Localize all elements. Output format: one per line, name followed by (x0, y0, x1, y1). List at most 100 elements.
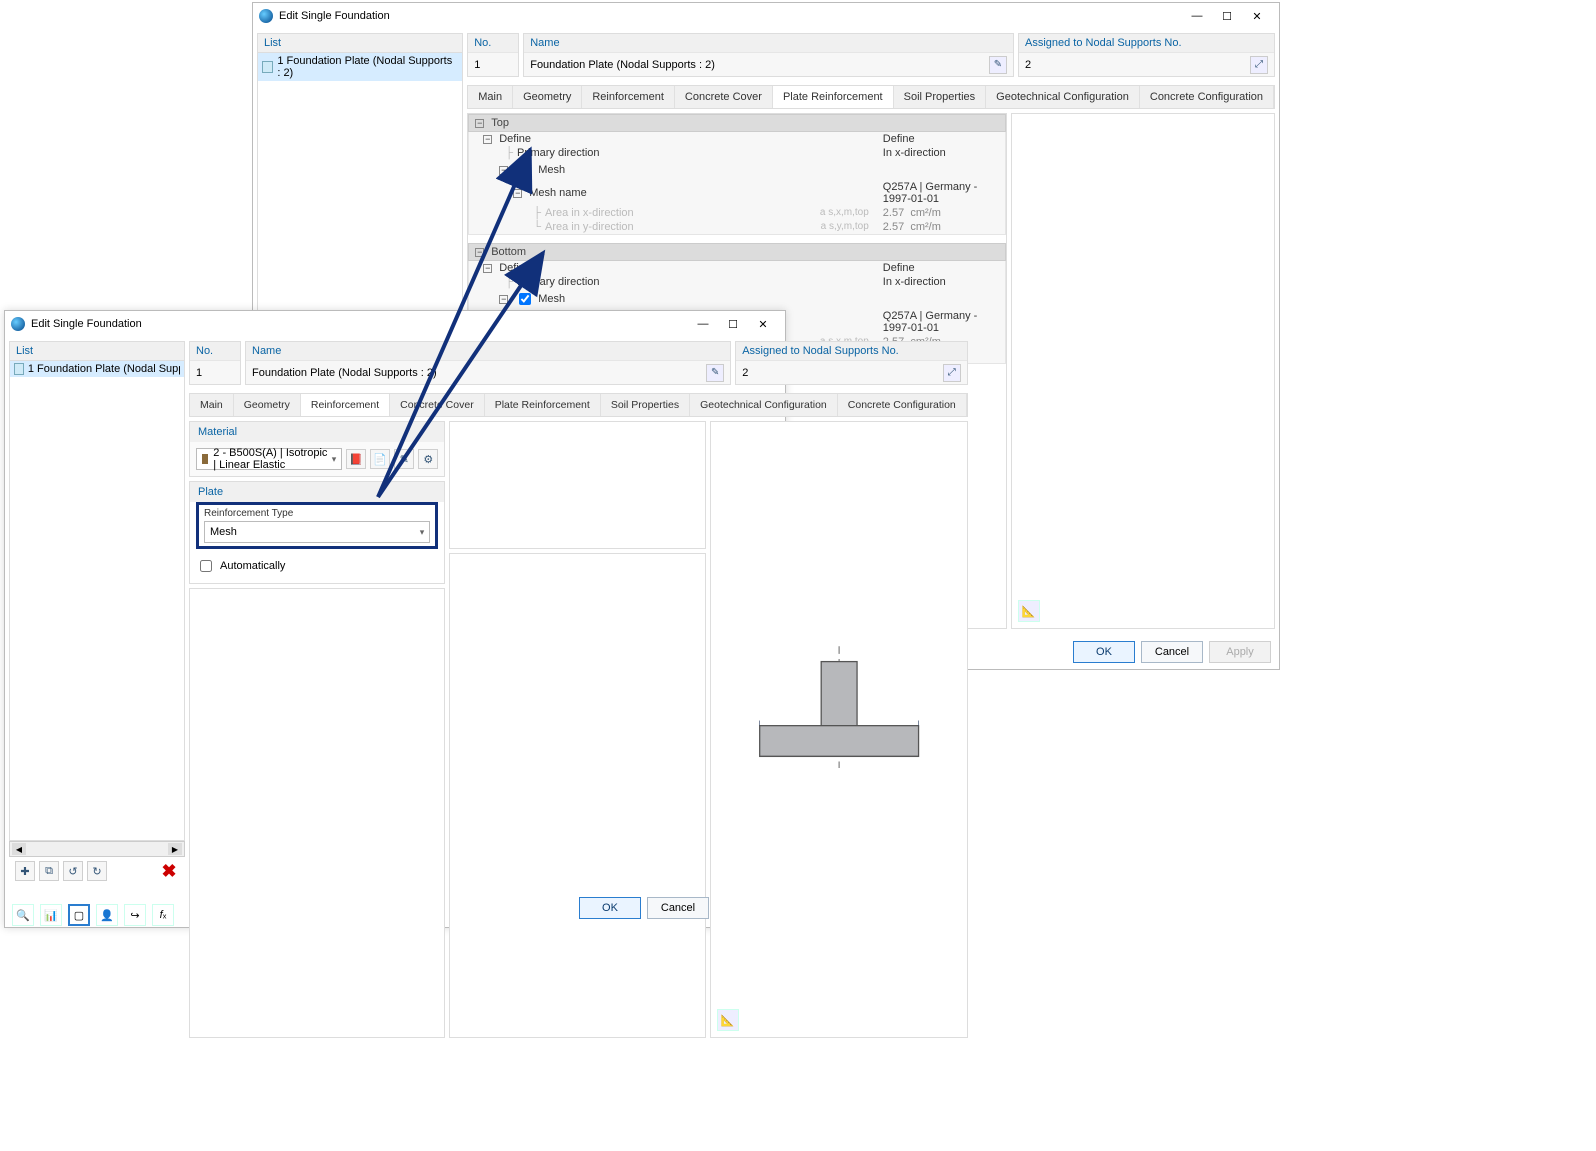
close-button[interactable]: ✕ (1243, 6, 1271, 26)
edit-icon: ✎ (711, 367, 719, 378)
tab-concrete-cover[interactable]: Concrete Cover (675, 86, 773, 108)
copy-item-button[interactable]: ⧉ (39, 861, 59, 881)
tab-reinforcement[interactable]: Reinforcement (582, 86, 675, 108)
automatically-checkbox[interactable] (200, 560, 212, 572)
list-item[interactable]: 1 Foundation Plate (Nodal Supports : 2) (258, 53, 462, 81)
list-box[interactable]: 1 Foundation Plate (Nodal Supports : 2) (9, 360, 185, 841)
tool-icon-4[interactable]: 👤 (96, 904, 118, 926)
list-header: List (9, 341, 185, 360)
minimize-icon: — (698, 318, 709, 330)
pick-assigned-button[interactable]: ⤢ (1250, 56, 1268, 74)
tab-soil-properties[interactable]: Soil Properties (601, 394, 690, 416)
mesh-checkbox-top[interactable] (519, 164, 531, 176)
minimize-button[interactable]: — (1183, 6, 1211, 26)
assigned-value[interactable]: 2 (1025, 59, 1246, 71)
list-item-label: 1 Foundation Plate (Nodal Supports : 2) (277, 55, 458, 79)
pick-assigned-button[interactable]: ⤢ (943, 364, 961, 382)
maximize-button[interactable]: ☐ (1213, 6, 1241, 26)
edit-name-button[interactable]: ✎ (989, 56, 1007, 74)
plate-panel: Plate Reinforcement Type Mesh ▾ (189, 481, 445, 584)
expander-icon[interactable]: − (499, 295, 508, 304)
scroll-left-icon[interactable]: ◀ (12, 843, 26, 855)
preview-action-button[interactable]: 📐 (717, 1009, 739, 1031)
collapse-icon[interactable]: − (475, 119, 484, 128)
new-item-button[interactable]: ✚ (15, 861, 35, 881)
name-label: Name (524, 34, 1013, 52)
delete-item-button[interactable]: ✖ (159, 861, 179, 881)
empty-panel-3 (449, 553, 705, 1038)
primary-direction-value[interactable]: In x-direction (875, 276, 1005, 288)
top-section-header[interactable]: − Top (468, 114, 1006, 132)
assigned-field: Assigned to Nodal Supports No. 2 ⤢ (735, 341, 968, 385)
material-library-button[interactable]: 📕 (346, 449, 366, 469)
meshname-value[interactable]: Q257A | Germany - 1997-01-01 (875, 310, 1005, 334)
no-value[interactable]: 1 (468, 52, 518, 76)
cancel-button[interactable]: Cancel (1141, 641, 1203, 663)
tab-main[interactable]: Main (468, 86, 513, 108)
no-label: No. (190, 342, 240, 360)
tab-reinforcement[interactable]: Reinforcement (301, 394, 390, 416)
tab-geotech-config[interactable]: Geotechnical Configuration (986, 86, 1140, 108)
tab-plate-reinforcement[interactable]: Plate Reinforcement (485, 394, 601, 416)
material-new-button[interactable]: 📄 (370, 449, 390, 469)
tool-icon-2[interactable]: 📊 (40, 904, 62, 926)
tab-soil-properties[interactable]: Soil Properties (894, 86, 987, 108)
scroll-right-icon[interactable]: ▶ (168, 843, 182, 855)
tab-geotech-config[interactable]: Geotechnical Configuration (690, 394, 838, 416)
tab-geometry[interactable]: Geometry (513, 86, 582, 108)
chevron-down-icon: ▾ (420, 527, 425, 538)
empty-panel-2 (449, 421, 705, 549)
list-item-label: 1 Foundation Plate (Nodal Supports : 2) (28, 363, 180, 375)
front-window: Edit Single Foundation — ☐ ✕ List 1 Foun… (4, 310, 786, 928)
material-dropdown[interactable]: 2 - B500S(A) | Isotropic | Linear Elasti… (196, 448, 342, 470)
meshname-value[interactable]: Q257A | Germany - 1997-01-01 (875, 181, 1005, 205)
preview-action-button[interactable]: 📐 (1018, 600, 1040, 622)
tab-plate-reinforcement[interactable]: Plate Reinforcement (773, 86, 894, 108)
tab-main[interactable]: Main (190, 394, 234, 416)
collapse-icon[interactable]: − (475, 248, 484, 257)
minimize-button[interactable]: — (689, 314, 717, 334)
tab-concrete-config[interactable]: Concrete Configuration (838, 394, 967, 416)
tool-button-1[interactable]: ↺ (63, 861, 83, 881)
material-edit-button[interactable]: ✎ (394, 449, 414, 469)
mesh-checkbox-bottom[interactable] (519, 293, 531, 305)
tool-icon-3[interactable]: ▢ (68, 904, 90, 926)
reinf-type-dropdown[interactable]: Mesh ▾ (204, 521, 430, 543)
assigned-value[interactable]: 2 (742, 367, 939, 379)
tool-button-2[interactable]: ↻ (87, 861, 107, 881)
right-column: No. 1 Name Foundation Plate (Nodal Suppo… (189, 341, 968, 885)
tab-concrete-cover[interactable]: Concrete Cover (390, 394, 485, 416)
h-scrollbar[interactable]: ◀ ▶ (9, 841, 185, 857)
book-icon: 📕 (349, 453, 363, 466)
ok-button[interactable]: OK (579, 897, 641, 919)
list-item[interactable]: 1 Foundation Plate (Nodal Supports : 2) (10, 361, 184, 377)
ok-button[interactable]: OK (1073, 641, 1135, 663)
tab-concrete-config[interactable]: Concrete Configuration (1140, 86, 1274, 108)
material-extra-button[interactable]: ⚙ (418, 449, 438, 469)
tool-icon-6[interactable]: fₓ (152, 904, 174, 926)
tool-icon-1[interactable]: 🔍 (12, 904, 34, 926)
expander-icon[interactable]: − (513, 189, 522, 198)
name-value[interactable]: Foundation Plate (Nodal Supports : 2) (252, 367, 702, 379)
tool-icon-5[interactable]: ↪ (124, 904, 146, 926)
close-button[interactable]: ✕ (749, 314, 777, 334)
bottom-section-header[interactable]: − Bottom (468, 243, 1006, 261)
name-value-row: Foundation Plate (Nodal Supports : 2) ✎ (524, 52, 1013, 76)
mesh-label: Mesh (538, 164, 565, 176)
edit-name-button[interactable]: ✎ (706, 364, 724, 382)
list-header: List (257, 33, 463, 52)
no-value[interactable]: 1 (190, 360, 240, 384)
pick-icon: ⤢ (948, 367, 956, 378)
cancel-button[interactable]: Cancel (647, 897, 709, 919)
left-panel: List 1 Foundation Plate (Nodal Supports … (9, 341, 185, 885)
expander-icon[interactable]: − (483, 135, 492, 144)
expander-icon[interactable]: − (499, 166, 508, 175)
plate-header: Plate (190, 482, 444, 502)
assigned-value-row: 2 ⤢ (736, 360, 967, 384)
expander-icon[interactable]: − (483, 264, 492, 273)
areax-label: Area in x-direction (545, 207, 634, 219)
primary-direction-value[interactable]: In x-direction (875, 147, 1005, 159)
maximize-button[interactable]: ☐ (719, 314, 747, 334)
name-value[interactable]: Foundation Plate (Nodal Supports : 2) (530, 59, 985, 71)
tab-geometry[interactable]: Geometry (234, 394, 301, 416)
